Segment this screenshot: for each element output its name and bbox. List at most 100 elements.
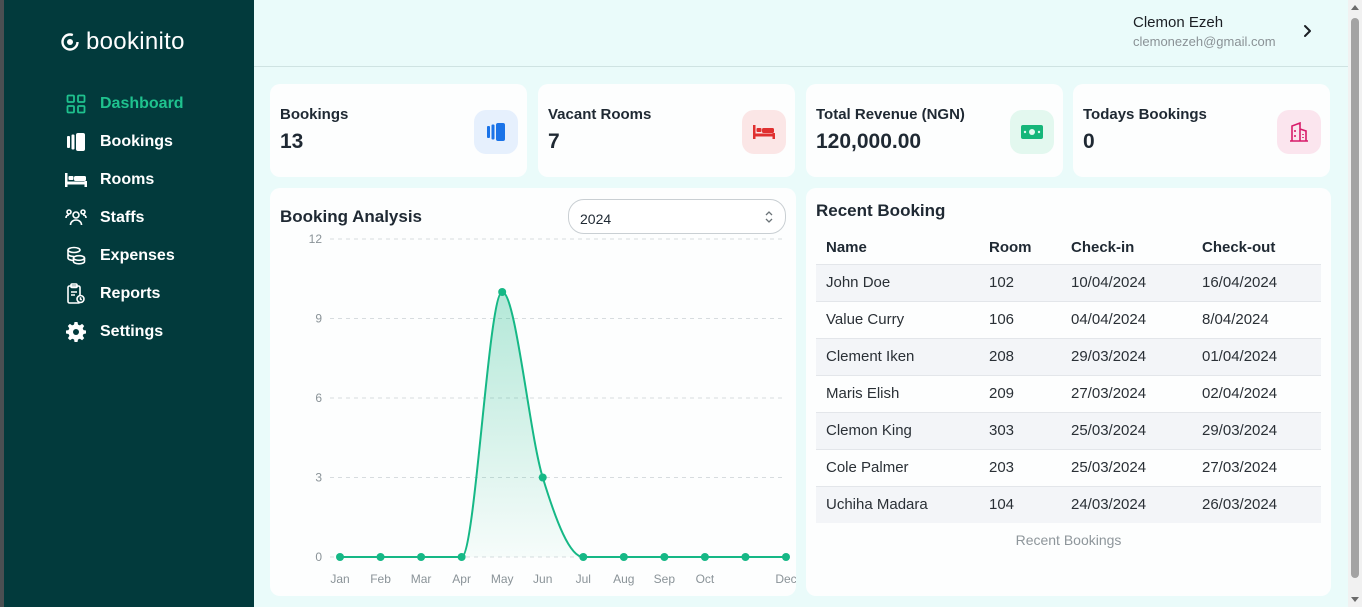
cell-name: John Doe	[816, 263, 979, 301]
series-area	[340, 292, 786, 557]
cell-check-out: 01/04/2024	[1192, 337, 1321, 375]
sidebar-item-rooms[interactable]: Rooms	[65, 161, 184, 199]
data-point	[336, 553, 344, 561]
top-bar: Clemon Ezeh clemonezeh@gmail.com	[254, 0, 1348, 67]
x-tick-label: Jul	[576, 572, 591, 586]
sidebar-item-staffs[interactable]: Staffs	[65, 199, 184, 237]
x-tick-label: Apr	[452, 572, 471, 586]
x-tick-label: Oct	[696, 572, 715, 586]
cell-room: 104	[979, 485, 1061, 523]
table-row[interactable]: Clement Iken 208 29/03/2024 01/04/2024	[816, 337, 1321, 375]
cell-room: 102	[979, 263, 1061, 301]
column-header-room: Room	[989, 239, 1032, 257]
table-caption: Recent Bookings	[1015, 532, 1122, 548]
recent-booking-table: Name Room Check-in Check-out John Doe 102…	[816, 232, 1321, 523]
cell-check-in: 27/03/2024	[1061, 374, 1192, 412]
scroll-down-icon[interactable]	[1351, 597, 1359, 602]
sidebar-item-expenses[interactable]: Expenses	[65, 237, 184, 275]
column-header-check-in: Check-in	[1071, 239, 1135, 257]
cell-check-out: 29/03/2024	[1192, 411, 1321, 449]
x-tick-label: Mar	[411, 572, 432, 586]
table-header-row: Name Room Check-in Check-out	[816, 232, 1321, 264]
bed-icon	[742, 110, 786, 154]
building-icon	[1277, 110, 1321, 154]
data-point	[741, 553, 750, 561]
scrollbar[interactable]	[1348, 0, 1362, 607]
report-icon	[65, 283, 87, 305]
data-point	[660, 553, 669, 561]
stat-label: Bookings	[280, 106, 349, 123]
x-tick-label: Aug	[613, 572, 634, 586]
sidebar-item-reports[interactable]: Reports	[65, 275, 184, 313]
stat-card-bookings: Bookings 13	[270, 84, 527, 177]
sidebar-item-label: Rooms	[100, 171, 155, 188]
data-point	[498, 288, 507, 296]
scroll-up-icon[interactable]	[1351, 5, 1359, 10]
table-row[interactable]: John Doe 102 10/04/2024 16/04/2024	[816, 263, 1321, 301]
data-point	[538, 473, 547, 482]
bookings-icon	[474, 110, 518, 154]
cell-check-out: 27/03/2024	[1192, 448, 1321, 486]
table-row[interactable]: Maris Elish 209 27/03/2024 02/04/2024	[816, 374, 1321, 412]
cell-check-in: 25/03/2024	[1061, 411, 1192, 449]
cell-name: Clement Iken	[816, 337, 979, 375]
stat-label: Todays Bookings	[1083, 106, 1207, 123]
cell-check-in: 25/03/2024	[1061, 448, 1192, 486]
x-tick-label: May	[491, 572, 514, 586]
data-point	[579, 553, 588, 561]
cell-room: 303	[979, 411, 1061, 449]
sidebar-item-label: Staffs	[100, 209, 145, 226]
x-tick-label: Dec	[775, 572, 796, 586]
x-tick-label: Jan	[330, 572, 349, 586]
table-row[interactable]: Cole Palmer 203 25/03/2024 27/03/2024	[816, 448, 1321, 486]
x-tick-label: Jun	[533, 572, 552, 586]
table-row[interactable]: Clemon King 303 25/03/2024 29/03/2024	[816, 411, 1321, 449]
stat-value: 7	[548, 130, 560, 153]
scrollbar-thumb[interactable]	[1351, 18, 1359, 578]
chevron-right-icon[interactable]	[1298, 22, 1316, 40]
cell-check-in: 29/03/2024	[1061, 337, 1192, 375]
cell-check-out: 16/04/2024	[1192, 263, 1321, 301]
y-tick-label: 3	[315, 471, 322, 485]
stat-value: 13	[280, 130, 304, 153]
grid-icon	[65, 93, 87, 115]
cell-name: Clemon King	[816, 411, 979, 449]
bed-icon	[65, 169, 87, 191]
sidebar-item-bookings[interactable]: Bookings	[65, 123, 184, 161]
y-tick-label: 0	[315, 550, 322, 564]
data-point	[457, 553, 466, 561]
cell-check-out: 26/03/2024	[1192, 485, 1321, 523]
cell-room: 209	[979, 374, 1061, 412]
stat-card-vacant-rooms: Vacant Rooms 7	[538, 84, 795, 177]
recent-booking-card: Recent Booking Name Room Check-in Check-…	[806, 188, 1331, 596]
cell-name: Value Curry	[816, 300, 979, 338]
sidebar-item-settings[interactable]: Settings	[65, 313, 184, 351]
sidebar-item-label: Expenses	[100, 247, 175, 264]
user-name: Clemon Ezeh	[1133, 14, 1224, 31]
booking-analysis-card: Booking Analysis 2024 0 3 6 9 12 Jan Feb Mar Apr…	[270, 188, 796, 596]
logo-icon	[61, 33, 79, 51]
cell-check-in: 04/04/2024	[1061, 300, 1192, 338]
y-tick-label: 9	[315, 312, 322, 326]
app-logo[interactable]: bookinito	[60, 28, 185, 56]
cell-room: 203	[979, 448, 1061, 486]
data-point	[417, 553, 426, 561]
sidebar-nav: Dashboard Bookings Rooms Staffs Expenses	[65, 85, 184, 351]
cell-check-out: 8/04/2024	[1192, 300, 1321, 338]
column-header-check-out: Check-out	[1202, 239, 1276, 257]
gear-icon	[65, 321, 87, 343]
cell-check-in: 24/03/2024	[1061, 485, 1192, 523]
recent-booking-title: Recent Booking	[816, 201, 946, 220]
user-email: clemonezeh@gmail.com	[1133, 34, 1276, 49]
money-icon	[1010, 110, 1054, 154]
sidebar-item-label: Dashboard	[100, 95, 184, 112]
table-row[interactable]: Value Curry 106 04/04/2024 8/04/2024	[816, 300, 1321, 338]
staff-icon	[65, 207, 87, 229]
user-profile[interactable]: Clemon Ezeh clemonezeh@gmail.com	[1133, 14, 1276, 49]
cell-name: Maris Elish	[816, 374, 979, 412]
y-tick-label: 12	[309, 232, 323, 246]
table-row[interactable]: Uchiha Madara 104 24/03/2024 26/03/2024	[816, 485, 1321, 523]
sidebar-item-dashboard[interactable]: Dashboard	[65, 85, 184, 123]
column-header-name: Name	[826, 239, 867, 257]
stat-label: Total Revenue (NGN)	[816, 106, 965, 123]
